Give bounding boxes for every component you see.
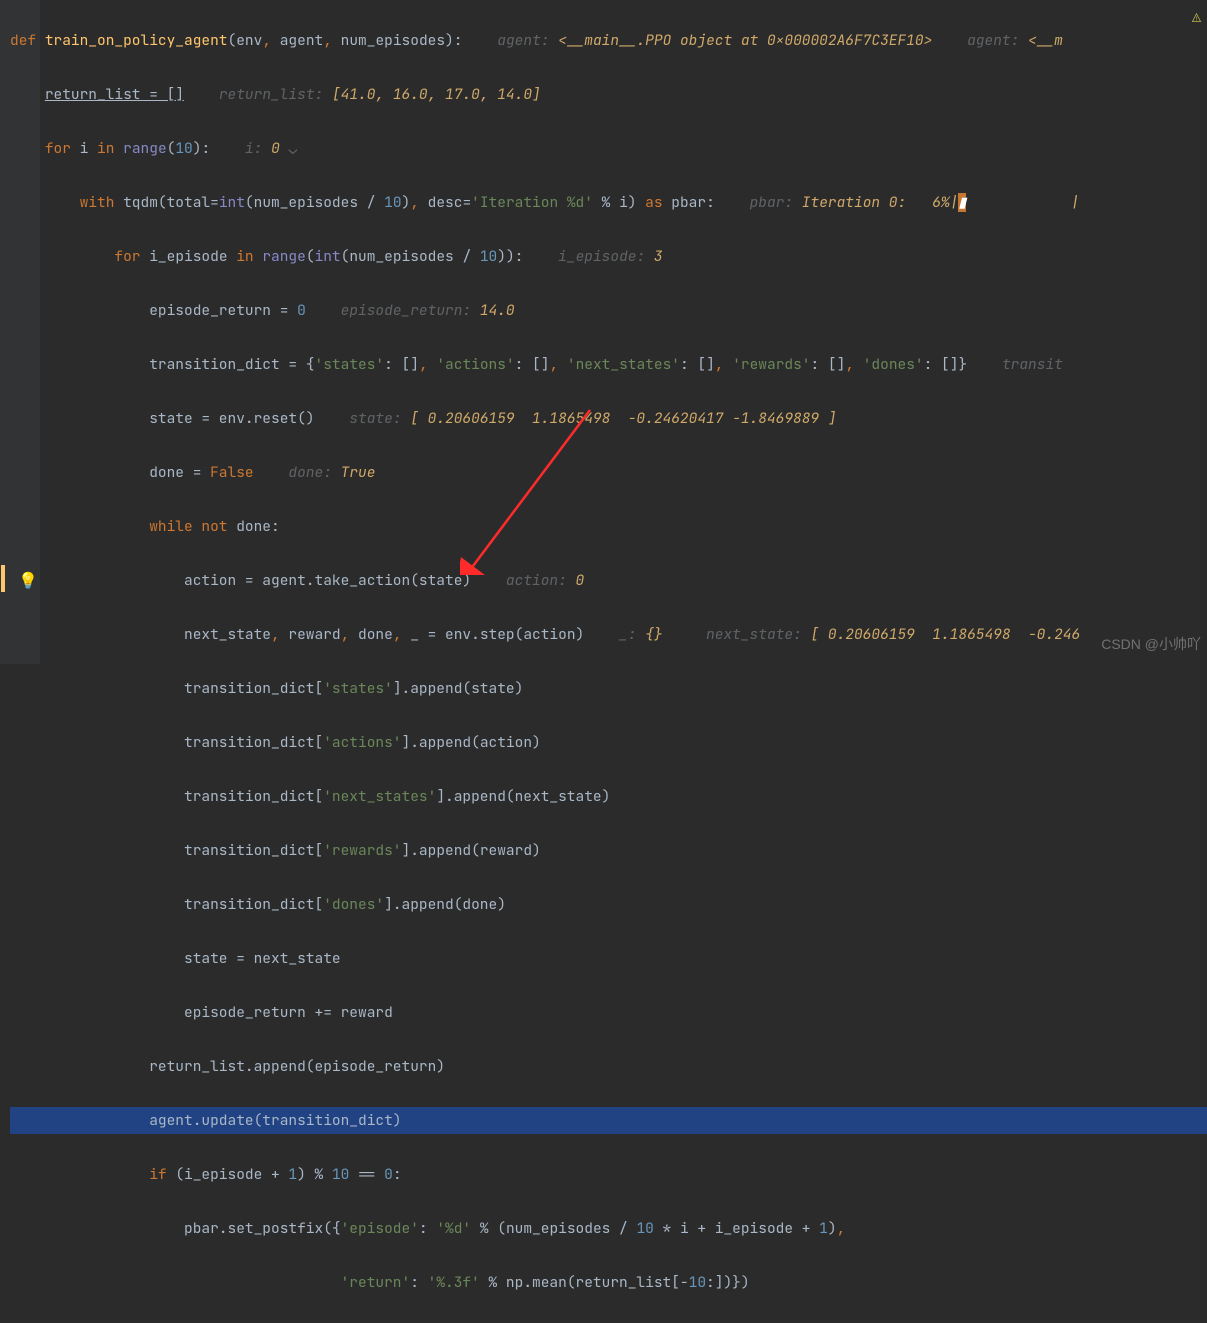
- chevron-down-icon[interactable]: ⌄: [280, 136, 297, 163]
- code-line[interactable]: def train_on_policy_agent(env, agent, nu…: [10, 27, 1207, 54]
- underlined-expr: return_list = []: [45, 85, 184, 104]
- code-line-highlighted[interactable]: agent.update(transition_dict): [10, 1107, 1207, 1134]
- function-name: train_on_policy_agent: [45, 31, 228, 50]
- code-line[interactable]: state = env.reset() state: [ 0.20606159 …: [10, 405, 1207, 432]
- inline-hint: agent:: [497, 31, 558, 50]
- code-line[interactable]: if (i_episode + 1) % 10 == 0:: [10, 1161, 1207, 1188]
- watermark: CSDN @小帅吖: [1101, 631, 1201, 658]
- code-line[interactable]: transition_dict['actions'].append(action…: [10, 729, 1207, 756]
- code-line[interactable]: for i in range(10): i: 0 ⌄: [10, 135, 1207, 162]
- code-line[interactable]: return_list.append(episode_return): [10, 1053, 1207, 1080]
- warning-icon[interactable]: ⚠: [1192, 4, 1201, 31]
- code-line[interactable]: transition_dict['dones'].append(done): [10, 891, 1207, 918]
- code-line[interactable]: return_list = [] return_list: [41.0, 16.…: [10, 81, 1207, 108]
- code-line[interactable]: for i_episode in range(int(num_episodes …: [10, 243, 1207, 270]
- execution-cursor: [1, 565, 5, 592]
- code-line[interactable]: done = False done: True: [10, 459, 1207, 486]
- code-line[interactable]: pbar.set_postfix({'episode': '%d' % (num…: [10, 1215, 1207, 1242]
- code-line[interactable]: with tqdm(total=int(num_episodes / 10), …: [10, 189, 1207, 216]
- code-line[interactable]: transition_dict['rewards'].append(reward…: [10, 837, 1207, 864]
- code-line[interactable]: 'return': '%.3f' % np.mean(return_list[-…: [10, 1269, 1207, 1296]
- code-line[interactable]: transition_dict['states'].append(state): [10, 675, 1207, 702]
- intention-bulb-icon[interactable]: 💡: [18, 567, 38, 594]
- code-line[interactable]: transition_dict['next_states'].append(ne…: [10, 783, 1207, 810]
- code-line[interactable]: state = next_state: [10, 945, 1207, 972]
- code-editor[interactable]: def train_on_policy_agent(env, agent, nu…: [10, 0, 1207, 1323]
- code-line[interactable]: next_state, reward, done, _ = env.step(a…: [10, 621, 1207, 648]
- code-line[interactable]: episode_return += reward: [10, 999, 1207, 1026]
- keyword-def: def: [10, 31, 45, 50]
- code-line[interactable]: while not done:: [10, 513, 1207, 540]
- code-line[interactable]: action = agent.take_action(state) action…: [10, 567, 1207, 594]
- code-line[interactable]: transition_dict = {'states': [], 'action…: [10, 351, 1207, 378]
- code-line[interactable]: episode_return = 0 episode_return: 14.0: [10, 297, 1207, 324]
